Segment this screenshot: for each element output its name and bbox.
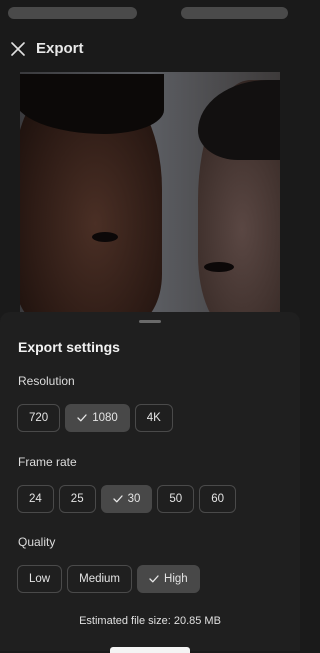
frame-rate-option-30[interactable]: 30 <box>100 485 153 513</box>
chip-label: 720 <box>29 412 49 424</box>
estimated-file-size: Estimated file size: 20.85 MB <box>79 615 221 627</box>
quality-option-high[interactable]: High <box>137 565 200 593</box>
quality-option-medium[interactable]: Medium <box>67 565 133 593</box>
chip-label: 25 <box>70 493 84 505</box>
frame-rate-label: Frame rate <box>18 455 77 469</box>
drag-handle[interactable] <box>139 320 161 323</box>
status-pill-left <box>8 7 137 19</box>
preview-person-right <box>198 80 280 312</box>
chip-label: 50 <box>169 493 183 505</box>
quality-label: Quality <box>18 535 56 549</box>
frame-rate-option-24[interactable]: 24 <box>17 485 54 513</box>
chip-label: 1080 <box>92 412 118 424</box>
resolution-option-4k[interactable]: 4K <box>134 404 173 432</box>
chip-label: Low <box>29 573 51 585</box>
status-pill-right <box>181 7 288 19</box>
check-icon <box>112 495 123 503</box>
frame-rate-options: 24 25 30 50 60 <box>17 485 236 513</box>
preview-person-left <box>20 74 164 312</box>
sheet-title: Export settings <box>18 339 120 355</box>
chip-label: High <box>164 573 188 585</box>
chip-label: 30 <box>127 493 141 505</box>
resolution-label: Resolution <box>18 374 75 388</box>
check-icon <box>149 575 159 583</box>
chip-label: 60 <box>211 493 224 505</box>
quality-option-low[interactable]: Low <box>17 565 63 593</box>
chip-label: Medium <box>79 573 121 585</box>
export-button[interactable] <box>110 647 190 653</box>
chip-label: 4K <box>146 412 161 424</box>
resolution-options: 720 1080 4K <box>17 404 173 432</box>
frame-rate-option-50[interactable]: 50 <box>157 485 195 513</box>
status-bar <box>0 5 300 21</box>
resolution-option-720[interactable]: 720 <box>17 404 61 432</box>
export-settings-sheet: Export settings Resolution 720 1080 4K Fra… <box>0 312 300 653</box>
chip-label: 24 <box>29 493 42 505</box>
close-icon <box>11 42 25 56</box>
video-preview <box>20 72 280 312</box>
frame-rate-option-25[interactable]: 25 <box>58 485 96 513</box>
close-button[interactable] <box>8 39 28 59</box>
quality-options: Low Medium High <box>17 565 200 593</box>
resolution-option-1080[interactable]: 1080 <box>65 404 130 432</box>
header: Export <box>0 36 300 64</box>
check-icon <box>77 414 87 422</box>
frame-rate-option-60[interactable]: 60 <box>199 485 236 513</box>
page-title: Export <box>36 40 84 57</box>
